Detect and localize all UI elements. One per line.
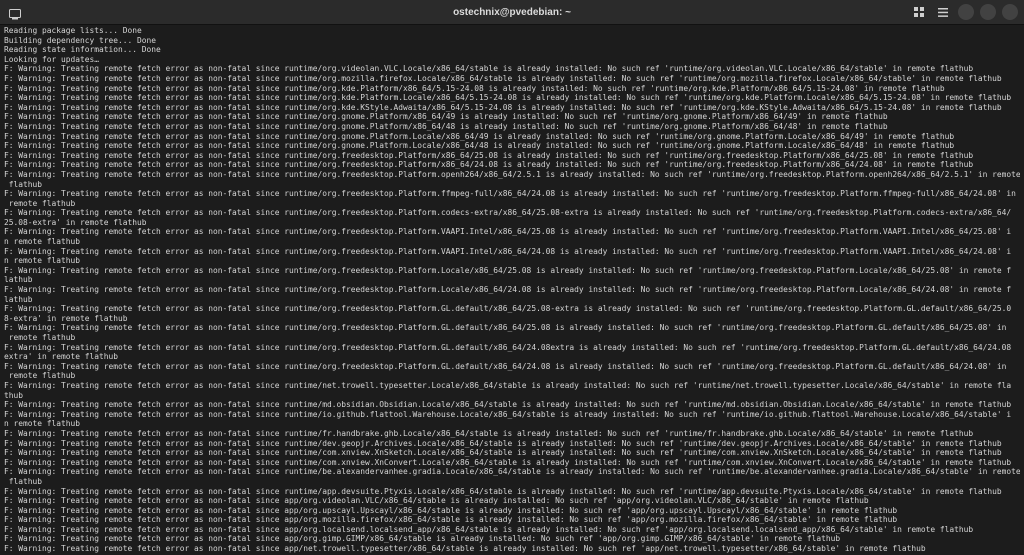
terminal-line: F: Warning: Treating remote fetch error …	[4, 544, 926, 554]
terminal-line: F: Warning: Treating remote fetch error …	[4, 304, 1012, 314]
terminal-line: F: Warning: Treating remote fetch error …	[4, 361, 1007, 371]
terminal-line: F: Warning: Treating remote fetch error …	[4, 534, 841, 544]
terminal-line: F: Warning: Treating remote fetch error …	[4, 515, 898, 525]
terminal-line: lathub	[4, 294, 33, 304]
terminal-line: F: Warning: Treating remote fetch error …	[4, 428, 974, 438]
terminal-line: remote flathub	[4, 333, 76, 342]
grid-icon[interactable]	[910, 3, 928, 21]
terminal-line: F: Warning: Treating remote fetch error …	[4, 285, 1012, 295]
hamburger-menu-icon[interactable]	[934, 3, 952, 21]
terminal-line: n remote flathub	[4, 419, 81, 429]
terminal-line: F: Warning: Treating remote fetch error …	[4, 121, 888, 131]
terminal-line: Reading state information... Done	[4, 45, 161, 55]
terminal-line: F: Warning: Treating remote fetch error …	[4, 112, 888, 122]
terminal-line: F: Warning: Treating remote fetch error …	[4, 457, 1012, 467]
terminal-line: n remote flathub	[4, 256, 81, 266]
terminal-line: Looking for updates…	[4, 54, 100, 64]
terminal-line: F: Warning: Treating remote fetch error …	[4, 83, 945, 93]
terminal-line: F: Warning: Treating remote fetch error …	[4, 448, 1002, 458]
terminal-line: F: Warning: Treating remote fetch error …	[4, 467, 1020, 477]
terminal-output[interactable]: Reading package lists... Done Building de…	[0, 25, 1024, 555]
terminal-line: F: Warning: Treating remote fetch error …	[4, 73, 1002, 83]
terminal-line: n remote flathub	[4, 237, 81, 247]
terminal-line: 25.08-extra' in remote flathub	[4, 217, 147, 227]
title-bar[interactable]: ostechnix@pvedebian: ~	[0, 0, 1024, 25]
maximize-icon[interactable]	[980, 4, 996, 20]
terminal-line: Reading package lists... Done	[4, 26, 142, 35]
terminal-line: lathub	[4, 275, 33, 285]
terminal-line: 8-extra' in remote flathub	[4, 313, 128, 323]
minimize-icon[interactable]	[958, 4, 974, 20]
terminal-window: ostechnix@pvedebian: ~ Reading package l…	[0, 0, 1024, 555]
title-bar-controls	[910, 3, 1018, 21]
terminal-line: F: Warning: Treating remote fetch error …	[4, 486, 1002, 496]
terminal-line: thub	[4, 390, 24, 400]
terminal-line: extra' in remote flathub	[4, 352, 119, 362]
terminal-line: F: Warning: Treating remote fetch error …	[4, 227, 1012, 237]
terminal-line: F: Warning: Treating remote fetch error …	[4, 208, 1012, 218]
terminal-line: F: Warning: Treating remote fetch error …	[4, 189, 1016, 199]
terminal-line: F: Warning: Treating remote fetch error …	[4, 400, 1012, 410]
terminal-line: flathub	[4, 476, 43, 486]
terminal-line: F: Warning: Treating remote fetch error …	[4, 141, 955, 151]
close-icon[interactable]	[1002, 4, 1018, 20]
terminal-line: F: Warning: Treating remote fetch error …	[4, 160, 974, 170]
terminal-line: remote flathub	[4, 198, 76, 208]
terminal-line: F: Warning: Treating remote fetch error …	[4, 505, 898, 515]
terminal-line: F: Warning: Treating remote fetch error …	[4, 323, 1007, 333]
terminal-line: F: Warning: Treating remote fetch error …	[4, 131, 955, 141]
terminal-line: F: Warning: Treating remote fetch error …	[4, 93, 1012, 103]
terminal-line: F: Warning: Treating remote fetch error …	[4, 438, 1002, 448]
terminal-line: F: Warning: Treating remote fetch error …	[4, 64, 974, 74]
terminal-line: F: Warning: Treating remote fetch error …	[4, 265, 1012, 275]
terminal-line: F: Warning: Treating remote fetch error …	[4, 409, 1012, 419]
terminal-line: F: Warning: Treating remote fetch error …	[4, 150, 974, 160]
terminal-line: F: Warning: Treating remote fetch error …	[4, 496, 869, 506]
terminal-line: F: Warning: Treating remote fetch error …	[4, 169, 1020, 179]
terminal-line: remote flathub	[4, 371, 76, 381]
terminal-line: F: Warning: Treating remote fetch error …	[4, 246, 1012, 256]
terminal-line: Building dependency tree... Done	[4, 35, 157, 45]
terminal-line: F: Warning: Treating remote fetch error …	[4, 102, 1002, 112]
terminal-line: flathub	[4, 179, 43, 189]
window-title: ostechnix@pvedebian: ~	[453, 6, 571, 18]
terminal-line: F: Warning: Treating remote fetch error …	[4, 524, 974, 534]
terminal-line: F: Warning: Treating remote fetch error …	[4, 380, 1012, 390]
terminal-line: F: Warning: Treating remote fetch error …	[4, 342, 1012, 352]
